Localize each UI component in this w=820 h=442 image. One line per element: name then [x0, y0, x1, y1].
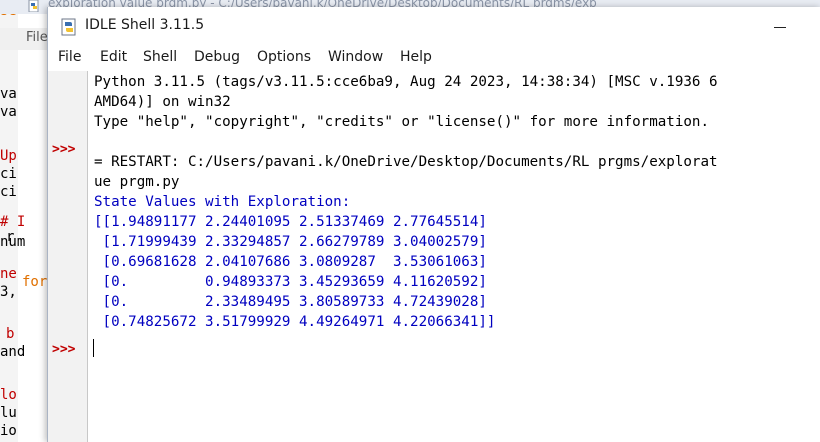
shell-prompt: >>> — [52, 342, 76, 357]
background-code-line: 3, — [0, 284, 17, 300]
background-code-line: ci — [0, 166, 17, 182]
background-code-line: and — [0, 344, 26, 360]
output-line: [0.74825672 3.51799929 4.49264971 4.2206… — [94, 314, 496, 330]
background-editor-menubar: File — [0, 28, 48, 50]
banner-line: Python 3.11.5 (tags/v3.11.5:cce6ba9, Aug… — [94, 74, 718, 90]
menu-window[interactable]: Window — [328, 49, 383, 65]
output-line: State Values with Exploration: — [94, 194, 351, 210]
titlebar[interactable]: IDLE Shell 3.11.5 — [48, 7, 820, 45]
output-line: [1.71999439 2.33294857 2.66279789 3.0400… — [94, 234, 487, 250]
background-code-line: num — [0, 234, 26, 250]
restart-line: = RESTART: C:/Users/pavani.k/OneDrive/De… — [94, 154, 718, 170]
banner-line: Type "help", "copyright", "credits" or "… — [94, 114, 709, 130]
python-file-icon — [28, 0, 39, 12]
output-line: [[1.94891177 2.24401095 2.51337469 2.776… — [94, 214, 487, 230]
background-code-line: va — [0, 104, 17, 120]
background-code-line: # I — [0, 214, 26, 230]
minimize-button[interactable] — [766, 15, 794, 39]
background-code-line: va — [0, 86, 17, 102]
prompt-sidebar: >>> >>> — [48, 71, 88, 442]
menu-shell[interactable]: Shell — [143, 49, 177, 65]
output-line: [0. 0.94893373 3.45293659 4.11620592] — [94, 274, 487, 290]
idle-shell-window: IDLE Shell 3.11.5 File Edit Shell Debug … — [47, 7, 820, 442]
background-code-line: for — [22, 274, 48, 290]
background-code-line: b — [6, 326, 15, 342]
background-code-line: ci — [0, 184, 17, 200]
restart-line: ue prgm.py — [94, 174, 180, 190]
menu-help[interactable]: Help — [400, 49, 432, 65]
menu-edit[interactable]: Edit — [100, 49, 127, 65]
menu-debug[interactable]: Debug — [194, 49, 240, 65]
banner-line: AMD64)] on win32 — [94, 94, 231, 110]
background-menu-file[interactable]: File — [26, 30, 48, 45]
text-cursor — [93, 339, 94, 357]
background-code-line: io — [0, 423, 17, 439]
background-code-line: lu — [0, 405, 17, 421]
python-shell-icon — [61, 18, 76, 36]
shell-output-area[interactable]: Python 3.11.5 (tags/v3.11.5:cce6ba9, Aug… — [88, 71, 820, 442]
shell-prompt: >>> — [52, 142, 76, 157]
background-editor-window: se va va Up ci ci # I r num ne 3, for b … — [0, 0, 48, 442]
background-code-line: ne — [0, 266, 17, 282]
window-title: IDLE Shell 3.11.5 — [85, 17, 205, 33]
output-line: [0. 2.33489495 3.80589733 4.72439028] — [94, 294, 487, 310]
output-line: [0.69681628 2.04107686 3.0809287 3.53061… — [94, 254, 487, 270]
menu-file[interactable]: File — [58, 49, 81, 65]
background-code-line: Up — [0, 148, 17, 164]
menubar: File Edit Shell Debug Options Window Hel… — [48, 45, 820, 71]
background-code-line: lo — [0, 387, 17, 403]
menu-options[interactable]: Options — [257, 49, 311, 65]
